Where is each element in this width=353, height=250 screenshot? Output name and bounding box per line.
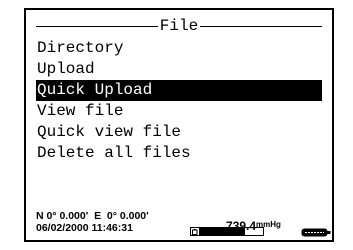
menu-title-bar: File <box>36 16 322 36</box>
gps-coordinates: N 0° 0.000' E 0° 0.000' <box>36 210 149 222</box>
menu-item-quick-view-file[interactable]: Quick view file <box>36 122 322 143</box>
menu-item-directory[interactable]: Directory <box>36 38 322 59</box>
battery-symbol <box>192 228 198 235</box>
battery-icon <box>191 228 200 235</box>
menu-item-delete-all-files[interactable]: Delete all files <box>36 143 322 164</box>
menu-title: File <box>159 17 199 35</box>
battery-fill <box>200 228 246 235</box>
menu-item-upload[interactable]: Upload <box>36 59 322 80</box>
handheld-screen: File Directory Upload Quick Upload View … <box>24 8 334 242</box>
file-menu: Directory Upload Quick Upload View file … <box>36 38 322 164</box>
status-bar: N 0° 0.000' E 0° 0.000' 06/02/2000 11:46… <box>36 208 331 238</box>
battery-track <box>200 228 263 235</box>
sonde-icon <box>301 228 331 237</box>
title-rule-left <box>36 25 158 27</box>
menu-item-quick-upload[interactable]: Quick Upload <box>36 80 322 101</box>
menu-item-view-file[interactable]: View file <box>36 101 322 122</box>
title-rule-right <box>200 25 322 27</box>
battery-gauge <box>190 227 264 236</box>
date-time: 06/02/2000 11:46:31 <box>36 222 133 234</box>
